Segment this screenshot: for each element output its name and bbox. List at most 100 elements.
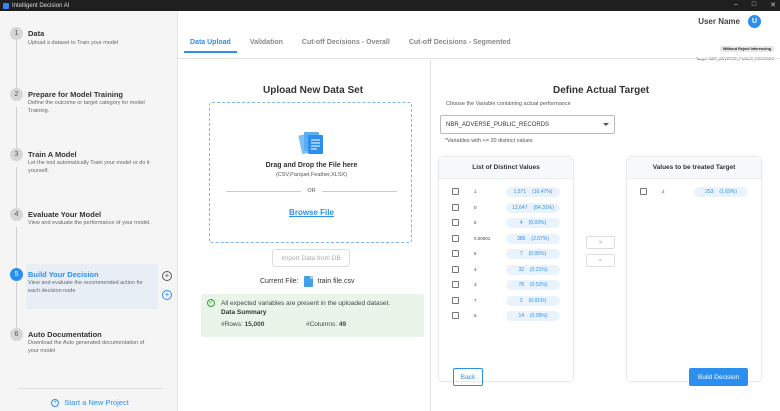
move-left-button[interactable]: < — [586, 254, 615, 267]
checkbox[interactable] — [452, 281, 459, 288]
tab-cutoff-overall[interactable]: Cut-off Decisions - Overall — [296, 39, 396, 53]
select-label: Choose the Variable containing actual pe… — [445, 101, 572, 107]
checkbox[interactable] — [452, 312, 459, 319]
target-variable-select[interactable]: NBR_ADVERSE_PUBLIC_RECORDS — [440, 115, 615, 134]
sidebar-stepper: 1 Data Upload a dataset to Train your mo… — [0, 11, 178, 411]
checkbox[interactable] — [452, 265, 459, 273]
step-3-title[interactable]: Train A Model — [28, 150, 77, 159]
add-node-active-icon[interactable]: + — [162, 290, 172, 300]
dropzone-types: (CSV,Parquet,Feather,XLSX) — [275, 172, 348, 178]
count-pill: 7 (0.05%) — [506, 249, 560, 259]
pct-value: (10.47%) — [532, 189, 553, 195]
count-pill: 78 (0.52%) — [506, 280, 560, 290]
step-5-title[interactable]: Build Your Decision — [28, 270, 99, 279]
count-value: 386 — [517, 235, 526, 242]
close-icon[interactable]: ✕ — [770, 1, 776, 9]
browse-file-link[interactable]: Browse File — [210, 208, 413, 217]
list-item[interactable]: 2 253 (1.69%) — [627, 185, 761, 199]
window-titlebar: Intelligent Decision AI – □ ✕ — [0, 0, 780, 11]
step-2-title[interactable]: Prepare for Model Training — [28, 90, 123, 99]
checkbox[interactable] — [452, 203, 459, 211]
add-node-icon[interactable]: + — [162, 271, 172, 281]
pct-value: (84.31%) — [533, 204, 554, 211]
step-1-number[interactable]: 1 — [10, 27, 23, 40]
count-value: 1,571 — [513, 189, 527, 195]
step-6-number[interactable]: 6 — [10, 328, 23, 341]
count-value: 78 — [518, 282, 525, 288]
back-button[interactable]: Back — [453, 368, 483, 386]
value-label: 4 — [474, 266, 477, 272]
summary-message: All expected variables are present in th… — [221, 300, 391, 307]
count-value: 14 — [518, 313, 525, 319]
new-project-label: Start a New Project — [64, 398, 129, 407]
tab-data-upload[interactable]: Data Upload — [184, 39, 237, 53]
rows-label: #Rows: — [221, 321, 243, 328]
list-item[interactable]: 8 4 (0.03%) — [439, 216, 573, 230]
list-item[interactable]: 3 78 (0.52%) — [439, 278, 573, 292]
move-right-button[interactable]: > — [586, 236, 615, 249]
user-name[interactable]: User Name — [698, 17, 740, 26]
build-decision-button[interactable]: Build Decision — [689, 368, 748, 386]
new-project-button[interactable]: + Start a New Project — [18, 388, 162, 408]
step-2-number[interactable]: 2 — [10, 88, 23, 101]
maximize-icon[interactable]: □ — [752, 1, 756, 9]
checkbox[interactable] — [452, 296, 459, 304]
count-pill: 253 (1.69%) — [694, 187, 748, 197]
count-pill: 2 (0.01%) — [506, 295, 560, 306]
data-summary: ✓ All expected variables are present in … — [201, 294, 424, 337]
list-item[interactable]: 1 1,571 (10.47%) — [439, 185, 573, 199]
list-item[interactable]: 6 7 (0.05%) — [439, 247, 573, 261]
summary-rows: #Rows: 15,000 — [221, 321, 264, 328]
treated-values-header: Values to be treated Target — [627, 157, 761, 179]
step-6-desc: Download the Auto generated documentatio… — [28, 340, 145, 354]
list-item[interactable]: 0.00001 386 (2.57%) — [439, 232, 573, 246]
upload-title: Upload New Data Set — [263, 85, 364, 96]
current-file-label: Current File: — [260, 278, 299, 285]
step-4-title[interactable]: Evaluate Your Model — [28, 210, 101, 219]
checkbox[interactable] — [452, 250, 459, 257]
reject-inferencing-badge: Without Reject Inferencing — [719, 46, 774, 52]
step-6-title[interactable]: Auto Documentation — [28, 330, 102, 339]
step-connector — [16, 38, 17, 93]
pct-value: (0.09%) — [530, 313, 548, 319]
list-item[interactable]: 0 12,647 (84.31%) — [439, 201, 573, 215]
pct-value: (0.03%) — [528, 220, 547, 226]
summary-cols: #Columns: 49 — [306, 321, 346, 328]
step-4-number[interactable]: 4 — [10, 208, 23, 221]
tab-validation[interactable]: Validation — [244, 39, 289, 53]
step-4-desc: View and evaluate the performance of you… — [28, 220, 151, 226]
import-db-button[interactable]: Import Data from DB — [272, 249, 350, 267]
pct-value: (0.01%) — [528, 297, 547, 304]
file-dropzone[interactable]: Drag and Drop the File here (CSV,Parquet… — [209, 102, 412, 243]
step-connector — [16, 227, 17, 268]
distinct-values-list: List of Distinct Values 1 1,571 (10.47%) 0 1… — [439, 157, 573, 381]
step-3-number[interactable]: 3 — [10, 148, 23, 161]
checkbox[interactable] — [452, 188, 459, 195]
check-circle-icon: ✓ — [207, 299, 215, 307]
count-pill: 386 (2.57%) — [506, 233, 560, 244]
step-1-title[interactable]: Data — [28, 29, 44, 38]
count-value: 7 — [519, 251, 523, 257]
checkbox[interactable] — [452, 234, 459, 242]
value-label: 5 — [474, 313, 477, 318]
checkbox[interactable] — [640, 188, 647, 195]
value-label: 1 — [474, 189, 477, 194]
pct-value: (0.52%) — [530, 282, 548, 288]
list-item[interactable]: 5 14 (0.09%) — [439, 309, 573, 323]
tab-cutoff-segmented[interactable]: Cut-off Decisions - Segmented — [403, 39, 517, 53]
step-5-number[interactable]: 5 — [10, 268, 23, 281]
avatar[interactable]: U — [748, 15, 761, 28]
checkbox[interactable] — [452, 219, 459, 226]
value-label: 0.00001 — [474, 235, 491, 241]
count-value: 2 — [519, 297, 523, 304]
minimize-icon[interactable]: – — [734, 1, 738, 9]
pct-value: (0.05%) — [528, 251, 547, 257]
list-item[interactable]: 4 32 (0.21%) — [439, 263, 573, 277]
rows-value: 15,000 — [244, 321, 265, 328]
caret-down-icon — [603, 123, 609, 126]
current-file-name: train file.csv — [317, 278, 355, 285]
upload-panel: Upload New Data Set Drag and Drop the Fi… — [178, 59, 431, 411]
csv-file-icon — [303, 276, 313, 287]
list-item[interactable]: 7 2 (0.01%) — [439, 294, 573, 308]
cols-label: #Columns: — [306, 321, 338, 328]
